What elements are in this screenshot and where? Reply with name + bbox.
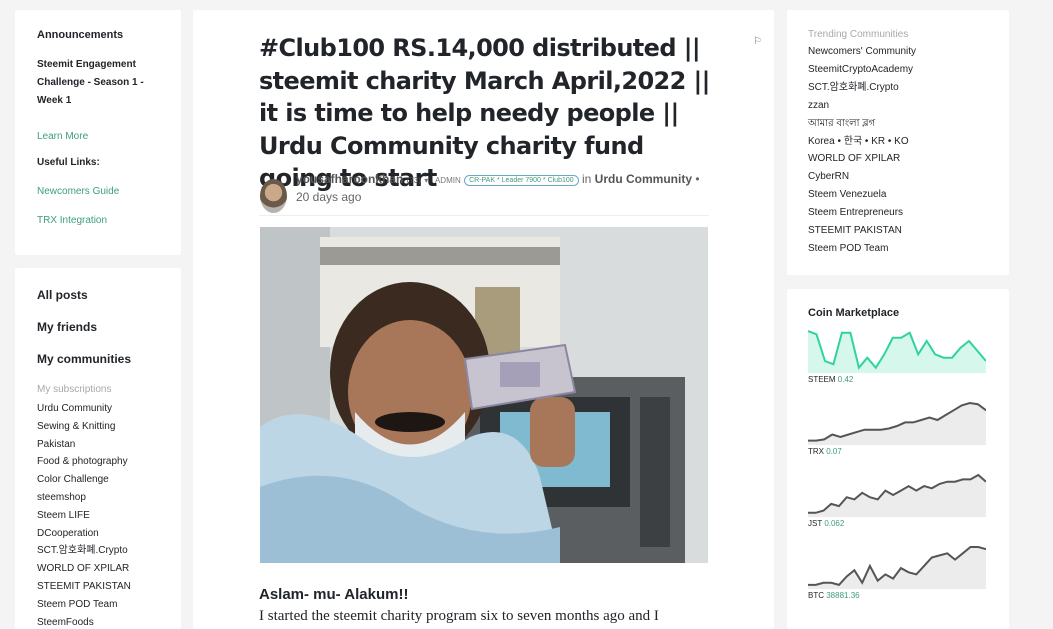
subscription-link[interactable]: Food & photography: [37, 453, 159, 471]
coin-sparkline: [808, 473, 986, 517]
trending-communities-card: Trending Communities Newcomers' Communit…: [787, 10, 1009, 275]
my-communities-link[interactable]: My communities: [37, 352, 159, 366]
subscription-link[interactable]: DCooperation: [37, 525, 159, 543]
trending-community-link[interactable]: আমার বাংলা ব্লগ: [808, 115, 988, 133]
coin-symbol: JST: [808, 519, 823, 528]
atm-selfie-illustration: [260, 227, 708, 563]
post-card: #Club100 RS.14,000 distributed || steemi…: [193, 10, 774, 629]
coin-marketplace-heading: Coin Marketplace: [808, 307, 900, 319]
trending-community-link[interactable]: STEEMIT PAKISTAN: [808, 222, 988, 240]
coin-item-trx[interactable]: TRX 0.07: [808, 401, 986, 456]
in-word: in: [581, 172, 592, 186]
flag-icon[interactable]: ⚐: [753, 36, 762, 47]
trending-community-link[interactable]: Steem Venezuela: [808, 186, 988, 204]
coin-symbol: BTC: [808, 591, 824, 600]
subscriptions-heading: My subscriptions: [37, 384, 112, 395]
subscription-link[interactable]: Sewing & Knitting: [37, 418, 159, 436]
subscription-link[interactable]: WORLD OF XPILAR: [37, 560, 159, 578]
coin-marketplace-card: Coin Marketplace STEEM 0.42 TRX 0.07 JST…: [787, 289, 1009, 629]
subscription-link[interactable]: Urdu Community: [37, 400, 159, 418]
coin-sparkline: [808, 330, 986, 373]
post-divider: [259, 215, 709, 216]
author-avatar[interactable]: [260, 179, 287, 213]
trending-community-link[interactable]: Steem POD Team: [808, 240, 988, 258]
author-badge: CR-PAK * Leader 7900 * Club100: [464, 175, 579, 186]
announcements-heading: Announcements: [37, 29, 124, 41]
coin-item-steem[interactable]: STEEM 0.42: [808, 329, 986, 384]
subscription-link[interactable]: SteemFoods: [37, 614, 159, 629]
coin-sparkline: [808, 546, 986, 589]
coin-price: 0.062: [824, 519, 845, 528]
community-link[interactable]: Urdu Community: [595, 172, 692, 186]
subscription-link[interactable]: STEEMIT PAKISTAN: [37, 578, 159, 596]
announcement-item: Steemit Engagement Challenge - Season 1 …: [37, 59, 144, 106]
coin-symbol: TRX: [808, 447, 824, 456]
subscription-link[interactable]: SCT.암호화폐.Crypto: [37, 542, 159, 560]
author-menu-caret-icon[interactable]: ▾: [424, 176, 428, 185]
trending-community-link[interactable]: Korea • 한국 • KR • KO: [808, 133, 988, 151]
subscription-link[interactable]: Steem LIFE: [37, 507, 159, 525]
coin-price: 38881.36: [826, 591, 860, 600]
feed-nav-card: All posts My friends My communities My s…: [15, 268, 181, 629]
author-link[interactable]: yousafharoonkhan: [296, 172, 403, 186]
sparkline-area: [808, 403, 986, 445]
trending-community-link[interactable]: Steem Entrepreneurs: [808, 204, 988, 222]
author-role: ADMIN: [434, 176, 461, 185]
sparkline-area: [808, 547, 986, 589]
post-photo: [260, 227, 708, 563]
trending-community-link[interactable]: WORLD OF XPILAR: [808, 150, 988, 168]
coin-symbol: STEEM: [808, 375, 836, 384]
post-byline: yousafharoonkhan (73) ▾ ADMIN CR-PAK * L…: [296, 171, 706, 205]
coin-item-btc[interactable]: BTC 38881.36: [808, 545, 986, 600]
trending-community-link[interactable]: Newcomers' Community: [808, 43, 988, 61]
author-reputation: (73): [406, 176, 421, 185]
trending-heading: Trending Communities: [808, 29, 909, 40]
coin-price: 0.42: [837, 375, 854, 384]
trending-community-link[interactable]: SteemitCryptoAcademy: [808, 61, 988, 79]
all-posts-link[interactable]: All posts: [37, 288, 159, 302]
post-body: I started the steemit charity program si…: [259, 608, 659, 624]
post-greeting: Aslam- mu- Alakum!!: [259, 586, 409, 603]
my-friends-link[interactable]: My friends: [37, 320, 159, 334]
trending-community-link[interactable]: SCT.암호화폐.Crypto: [808, 79, 988, 97]
learn-more-link[interactable]: Learn More: [37, 131, 159, 142]
coin-price: 0.07: [826, 447, 842, 456]
subscription-link[interactable]: Steem POD Team: [37, 596, 159, 614]
coin-sparkline: [808, 401, 986, 445]
subscription-link[interactable]: steemshop: [37, 489, 159, 507]
trending-community-link[interactable]: zzan: [808, 97, 988, 115]
newcomers-guide-link[interactable]: Newcomers Guide: [37, 186, 159, 197]
trending-community-link[interactable]: CyberRN: [808, 168, 988, 186]
subscription-link[interactable]: Pakistan: [37, 436, 159, 454]
trx-integration-link[interactable]: TRX Integration: [37, 215, 159, 226]
announcements-card: Announcements Steemit Engagement Challen…: [15, 10, 181, 255]
subscription-link[interactable]: Color Challenge: [37, 471, 159, 489]
coin-item-jst[interactable]: JST 0.062: [808, 473, 986, 528]
useful-links-heading: Useful Links:: [37, 157, 100, 168]
